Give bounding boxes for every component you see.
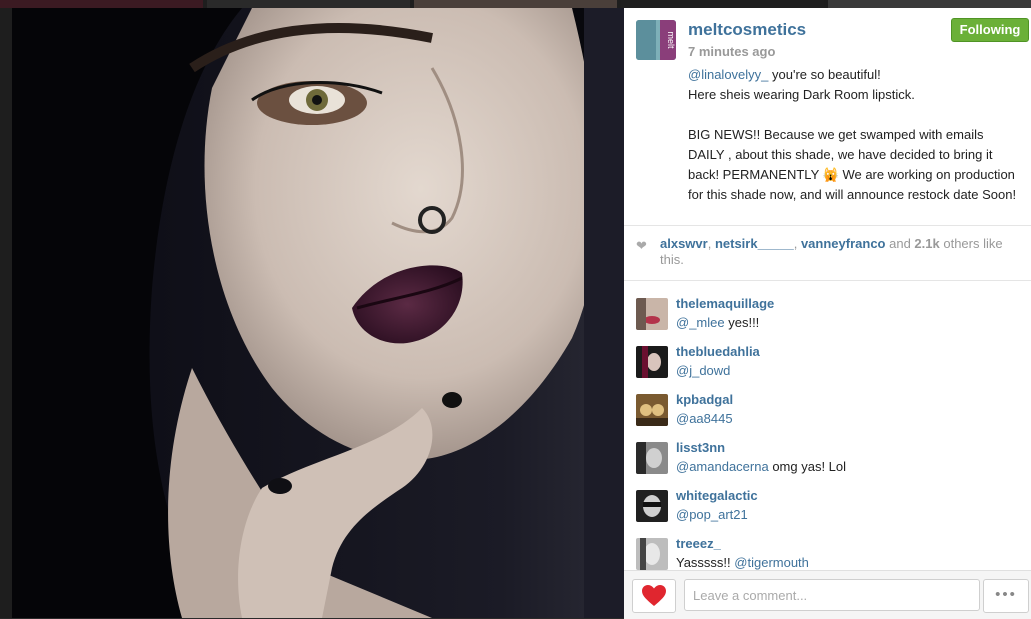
comment-text: @j_dowd [676,363,730,378]
comment-item: thelemaquillage @_mlee yes!!! [624,292,1031,340]
commenter-avatar[interactable] [636,490,668,522]
liker-2[interactable]: netsirk_____ [715,236,794,251]
portrait-image [12,8,624,618]
commenter-username[interactable]: lisst3nn [676,440,725,455]
heart-icon: ❤ [636,238,647,253]
liker-3[interactable]: vanneyfranco [801,236,886,251]
comment-item: thebluedahlia @j_dowd [624,340,1031,388]
comment-mention[interactable]: @aa8445 [676,411,733,426]
comment-footer: ••• [624,570,1031,619]
comment-body: yes!!! [724,315,760,330]
post-caption: @linalovelyy_ you're so beautiful! Here … [688,65,1018,205]
caption-text-1: you're so beautiful! [768,67,881,82]
like-button[interactable] [632,579,676,613]
comment-input[interactable] [684,579,980,611]
commenter-username[interactable]: thebluedahlia [676,344,760,359]
following-button[interactable]: Following [951,18,1029,42]
liker-1[interactable]: alxswvr [660,236,708,251]
caption-news: BIG NEWS!! Because we get swamped with e… [688,125,1018,205]
comment-prefix: Yasssss!! [676,555,735,570]
commenter-avatar[interactable] [636,442,668,474]
author-username[interactable]: meltcosmetics [688,20,806,40]
comment-text: @_mlee yes!!! [676,315,759,330]
comment-text: @aa8445 [676,411,733,426]
commenter-username[interactable]: kpbadgal [676,392,733,407]
post-photo[interactable] [12,8,624,618]
commenter-username[interactable]: treeez_ [676,536,721,551]
comment-item: whitegalactic @pop_art21 [624,484,1031,532]
background-thumbnails [0,0,1031,8]
likes-text: alxswvr, netsirk_____, vanneyfranco and … [660,236,1016,268]
post-timestamp[interactable]: 7 minutes ago [688,44,775,59]
comment-item: treeez_ Yasssss!! @tigermouth [624,532,1031,570]
likes-count[interactable]: 2.1k [914,236,939,251]
caption-mention[interactable]: @linalovelyy_ [688,67,768,82]
comment-item: lisst3nn @amandacerna omg yas! Lol [624,436,1031,484]
commenter-username[interactable]: whitegalactic [676,488,758,503]
comment-mention[interactable]: @tigermouth [734,555,809,570]
likes-separator: , [793,236,801,251]
comments-list[interactable]: thelemaquillage @_mlee yes!!! thebluedah… [624,284,1031,570]
comment-mention[interactable]: @j_dowd [676,363,730,378]
commenter-avatar[interactable] [636,538,668,570]
post-detail-panel: melt meltcosmetics 7 minutes ago Followi… [624,8,1031,619]
comment-mention[interactable]: @amandacerna [676,459,769,474]
commenter-username[interactable]: thelemaquillage [676,296,774,311]
likes-separator: , [707,236,715,251]
svg-text:melt: melt [666,31,676,49]
more-options-button[interactable]: ••• [983,579,1029,613]
comment-mention[interactable]: @pop_art21 [676,507,748,522]
author-avatar[interactable]: melt [636,20,676,60]
comment-text: Yasssss!! @tigermouth [676,555,809,570]
commenter-avatar[interactable] [636,298,668,330]
heart-icon [642,585,666,606]
likes-and: and [885,236,915,251]
comment-text: @amandacerna omg yas! Lol [676,459,846,474]
comment-mention[interactable]: @_mlee [676,315,725,330]
caption-line-2: Here sheis wearing Dark Room lipstick. [688,87,915,102]
commenter-avatar[interactable] [636,346,668,378]
likes-section: ❤ alxswvr, netsirk_____, vanneyfranco an… [624,226,1031,281]
melt-logo-avatar-icon: melt [636,20,676,60]
comment-item: kpbadgal @aa8445 [624,388,1031,436]
commenter-avatar[interactable] [636,394,668,426]
comment-text: @pop_art21 [676,507,748,522]
post-header: melt meltcosmetics 7 minutes ago Followi… [624,8,1031,226]
caption-line-1: @linalovelyy_ you're so beautiful! [688,65,1018,85]
comment-body: omg yas! Lol [768,459,847,474]
cat-emoji-icon: 🙀 [822,167,839,182]
